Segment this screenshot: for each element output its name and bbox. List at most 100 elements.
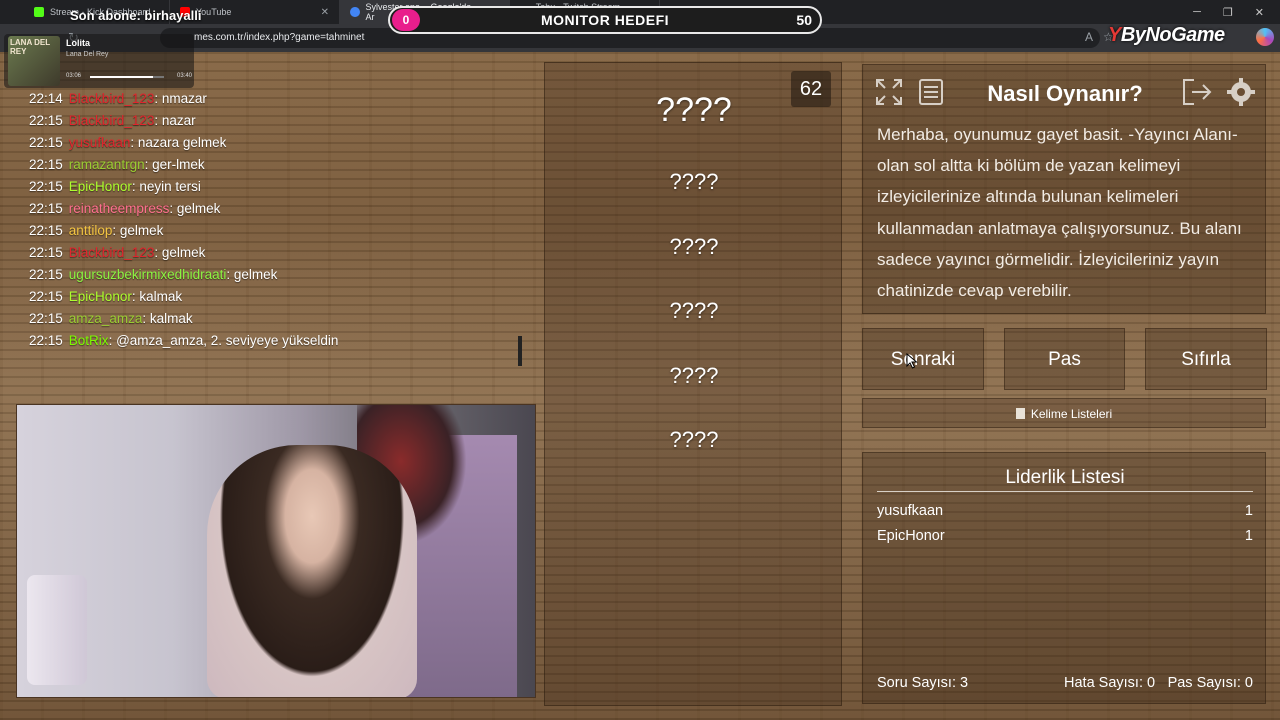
- chat-text: : neyin tersi: [131, 179, 201, 194]
- word-lists-button[interactable]: Kelime Listeleri: [862, 398, 1266, 428]
- chat-username[interactable]: ramazantrgn: [69, 157, 145, 172]
- elapsed-time: 03:06: [66, 73, 82, 79]
- chat-message: 22:15 anttilop: gelmek: [0, 220, 524, 242]
- chat-timestamp: 22:15: [29, 223, 63, 238]
- chat-timestamp: 22:15: [29, 333, 63, 348]
- song-progress: 03:06 03:40: [66, 73, 192, 81]
- chat-message: 22:15 ugursuzbekirmixedhidraati: gelmek: [0, 264, 524, 286]
- error-count: Hata Sayısı: 0: [1064, 675, 1156, 691]
- mouse-cursor-icon: [906, 353, 918, 369]
- chat-text: : nmazar: [154, 91, 207, 106]
- chat-timestamp: 22:15: [29, 179, 63, 194]
- webcam-streamer: [207, 445, 417, 697]
- divider: [877, 491, 1253, 492]
- exit-icon[interactable]: [1179, 75, 1215, 109]
- chat-text: : kalmak: [131, 289, 183, 304]
- maximize-icon[interactable]: ❐: [1223, 6, 1233, 19]
- chat-message: 22:15 EpicHonor: neyin tersi: [0, 176, 524, 198]
- chat-username[interactable]: Blackbird_123: [69, 91, 155, 106]
- chat-username[interactable]: anttilop: [69, 223, 113, 238]
- minimize-icon[interactable]: ─: [1193, 6, 1201, 19]
- leaderboard-title: Liderlik Listesi: [1005, 467, 1125, 488]
- help-text: Merhaba, oyunumuz gayet basit. -Yayıncı …: [877, 125, 1242, 301]
- chat-timestamp: 22:15: [29, 289, 63, 304]
- chat-username[interactable]: BotRix: [69, 333, 109, 348]
- player-score: 1: [1244, 528, 1253, 544]
- main-word: ????: [656, 91, 732, 129]
- chat-username[interactable]: yusufkaan: [69, 135, 131, 150]
- leaderboard-row: yusufkaan 1: [877, 503, 1253, 519]
- progress-fill: [90, 76, 153, 78]
- player-name: EpicHonor: [877, 528, 945, 544]
- reset-button[interactable]: Sıfırla: [1145, 328, 1267, 390]
- song-artist: Lana Del Rey: [66, 51, 109, 58]
- chat-timestamp: 22:15: [29, 135, 63, 150]
- total-time: 03:40: [176, 73, 192, 79]
- progress-track: [90, 76, 164, 78]
- album-cover: LANA DEL REY: [8, 36, 60, 86]
- chat-username[interactable]: Blackbird_123: [69, 245, 155, 260]
- chat-message: 22:15 BotRix: @amza_amza, 2. seviyeye yük…: [0, 330, 524, 352]
- chat-username[interactable]: EpicHonor: [69, 179, 132, 194]
- kick-icon: [34, 7, 44, 17]
- window-controls: ─ ❐ ✕: [1193, 6, 1280, 19]
- subscriber-alert: Son abone: birhayalli: [70, 8, 202, 23]
- chat-text: : gelmek: [112, 223, 164, 238]
- logo-mark: Y: [1108, 24, 1121, 46]
- chat-timestamp: 22:15: [29, 113, 63, 128]
- leaderboard-row: EpicHonor 1: [877, 528, 1253, 544]
- how-to-play-panel: Nasıl Oynanır? Merhaba, oyunumuz gayet b…: [862, 64, 1266, 314]
- chat-text: : gelmek: [154, 245, 206, 260]
- chat-message: 22:15 Blackbird_123: nazar: [0, 110, 524, 132]
- chat-scrollbar[interactable]: [518, 336, 522, 366]
- now-playing-widget: LANA DEL REY Lolita Lana Del Rey 03:06 0…: [4, 34, 194, 88]
- google-icon: [350, 7, 360, 17]
- chat-username[interactable]: ugursuzbekirmixedhidraati: [69, 267, 227, 282]
- close-window-icon[interactable]: ✕: [1255, 6, 1264, 19]
- settings-icon[interactable]: [1223, 75, 1259, 109]
- next-button[interactable]: Sonraki: [862, 328, 984, 390]
- word-card: 62 ???? ???? ???? ???? ???? ????: [544, 62, 842, 706]
- bynogame-logo: YByNoGame: [1108, 24, 1225, 47]
- chat-message: 22:14 Blackbird_123: nmazar: [0, 88, 524, 110]
- chat-text: : nazara gelmek: [130, 135, 227, 150]
- chat-timestamp: 22:15: [29, 267, 63, 282]
- webcam-feed: [16, 404, 536, 698]
- chat-message: 22:15 EpicHonor: kalmak: [0, 286, 524, 308]
- chat-username[interactable]: amza_amza: [69, 311, 143, 326]
- chat-message: 22:15 Blackbird_123: gelmek: [0, 242, 524, 264]
- chat-username[interactable]: reinatheempress: [69, 201, 170, 216]
- leaderboard-panel: Liderlik Listesi yusufkaan 1 EpicHonor 1…: [862, 452, 1266, 704]
- pass-count: Pas Sayısı: 0: [1167, 675, 1253, 691]
- taboo-word: ????: [669, 234, 719, 259]
- chat-text: : kalmak: [142, 311, 193, 326]
- chat-message: 22:15 ramazantrgn: ger-lmek: [0, 154, 524, 176]
- taboo-word: ????: [669, 427, 719, 452]
- chat-timestamp: 22:15: [29, 245, 63, 260]
- chat-panel: 22:14 Blackbird_123: nmazar 22:15 Blackbird…: [0, 88, 524, 368]
- logo-text: ByNoGame: [1120, 24, 1225, 46]
- chat-timestamp: 22:15: [29, 311, 63, 326]
- chat-username[interactable]: Blackbird_123: [69, 113, 155, 128]
- taboo-word: ????: [669, 169, 719, 194]
- player-name: yusufkaan: [877, 503, 944, 519]
- taboo-word: ????: [669, 363, 719, 388]
- chat-timestamp: 22:15: [29, 201, 63, 216]
- chat-message: 22:15 amza_amza: kalmak: [0, 308, 524, 330]
- chat-timestamp: 22:15: [29, 157, 63, 172]
- chat-text: : @amza_amza, 2. seviyeye yükseldin: [108, 333, 339, 348]
- clipboard-icon: [1015, 408, 1025, 419]
- chat-text: : gelmek: [169, 201, 221, 216]
- chat-timestamp: 22:14: [29, 91, 63, 106]
- webcam-cup: [27, 575, 87, 685]
- close-tab-icon[interactable]: ✕: [313, 7, 329, 18]
- word-lists-label: Kelime Listeleri: [1030, 407, 1113, 421]
- chat-username[interactable]: EpicHonor: [69, 289, 132, 304]
- translate-icon[interactable]: A: [1085, 30, 1093, 44]
- pass-button[interactable]: Pas: [1004, 328, 1125, 390]
- player-score: 1: [1244, 503, 1253, 519]
- goal-target: 50: [796, 12, 812, 28]
- chat-text: : ger-lmek: [144, 157, 205, 172]
- goal-bar: 0 MONITOR HEDEFI 50: [388, 6, 822, 34]
- goal-current: 0: [392, 9, 420, 31]
